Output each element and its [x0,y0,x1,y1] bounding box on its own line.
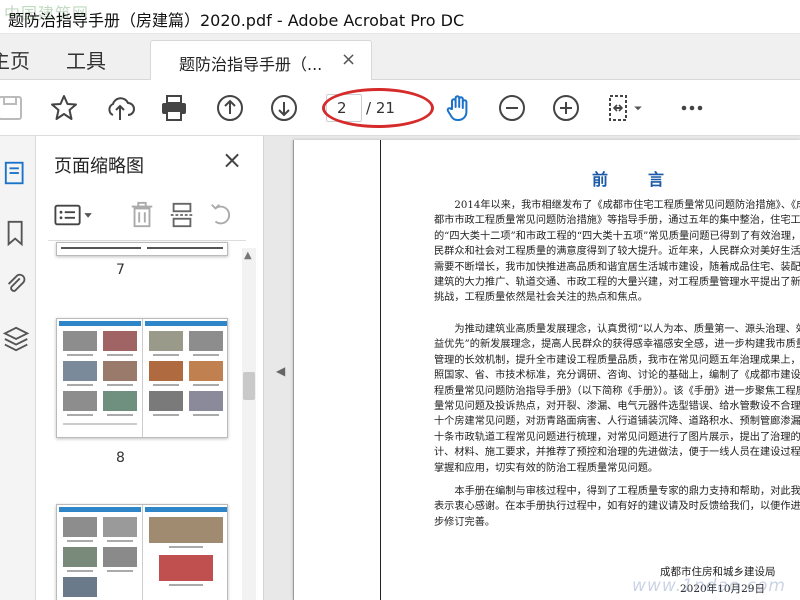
zoom-out-icon[interactable] [496,92,528,124]
thumbnails-scrollbar-thumb[interactable] [243,372,255,400]
page-number-input[interactable] [326,94,362,122]
hand-icon[interactable] [442,92,474,124]
thumb-left-page [59,507,141,600]
thumbnail-page-8[interactable] [56,318,228,438]
zoom-in-icon[interactable] [550,92,582,124]
attachment-icon[interactable] [2,270,32,300]
thumbnails-scrollbar[interactable] [242,248,256,600]
watermark-bottom: www.1ndao.com [632,576,786,596]
thumbnails-pane: 页面缩略图 × 7 8 ▲ [36,136,264,600]
tab-bar: 主页 工具 题防治指导手册（... × [0,34,800,80]
save-icon[interactable] [0,92,26,124]
paragraph-3: 本手册在编制与审核过程中，得到了工程质量专家的鼎力支持和帮助，对此我们表示衷心感… [434,486,800,528]
tab-document-label: 题防治指导手册（... [179,55,323,74]
thumbnail-page-9[interactable] [56,504,228,600]
thumb-left-page [59,321,141,437]
window-title: 题防治指导手册（房建篇）2020.pdf - Adobe Acrobat Pro… [8,11,465,30]
paragraph-1: 2014年以来，我市相继发布了《成都市住宅工程质量常见问题防治措施》、《成都市市… [434,200,800,304]
scroll-up-arrow-icon[interactable]: ▲ [244,250,252,261]
insert-page-icon[interactable] [166,200,198,230]
thumbnails-pane-title: 页面缩略图 [54,156,144,177]
tab-document[interactable]: 题防治指导手册（... × [150,40,372,80]
document-view[interactable]: ◀ 前 言 2014年以来，我市相继发布了《成都市住宅工程质量常见问题防治措施》… [264,136,800,600]
thumbnail-label: 7 [116,262,125,278]
tab-tools[interactable]: 工具 [66,45,106,74]
bookmark-icon[interactable] [2,218,32,248]
document-heading: 前 言 [592,170,677,189]
star-icon[interactable] [48,92,80,124]
pane-separator [48,240,246,241]
page-total: / 21 [366,99,395,117]
tab-close-button[interactable]: × [341,49,356,70]
tab-home[interactable]: 主页 [0,45,30,74]
print-icon[interactable] [158,92,190,124]
page-thumbnails-icon[interactable] [2,158,32,188]
delete-page-icon[interactable] [126,200,158,230]
collapse-pane-arrow-icon[interactable]: ◀ [276,364,285,378]
rotate-page-icon[interactable] [206,200,238,230]
thumbnail-page-7[interactable] [56,242,228,256]
thumbnail-label: 8 [116,450,125,466]
pdf-page: 前 言 2014年以来，我市相继发布了《成都市住宅工程质量常见问题防治措施》、《… [293,140,800,600]
more-icon[interactable] [676,92,708,124]
thumb-right-page [145,507,227,600]
thumb-right-page [145,321,227,437]
layers-icon[interactable] [2,324,32,354]
page-margin-line [380,140,381,600]
arrow-down-icon[interactable] [268,92,300,124]
title-bar: 中国建筑网 题防治指导手册（房建篇）2020.pdf - Adobe Acrob… [0,0,800,34]
thumbnail-options-icon[interactable] [52,200,98,230]
thumbnails-pane-close-button[interactable]: × [222,146,242,174]
chevron-down-icon[interactable] [630,92,646,124]
toolbar: / 21 [0,80,800,136]
arrow-up-icon[interactable] [214,92,246,124]
upload-icon[interactable] [104,92,136,124]
left-nav-strip [0,136,36,600]
paragraph-2: 为推动建筑业高质量发展理念，认真贯彻“以人为本、质量第一、源头治理、效益优先”的… [434,324,800,474]
